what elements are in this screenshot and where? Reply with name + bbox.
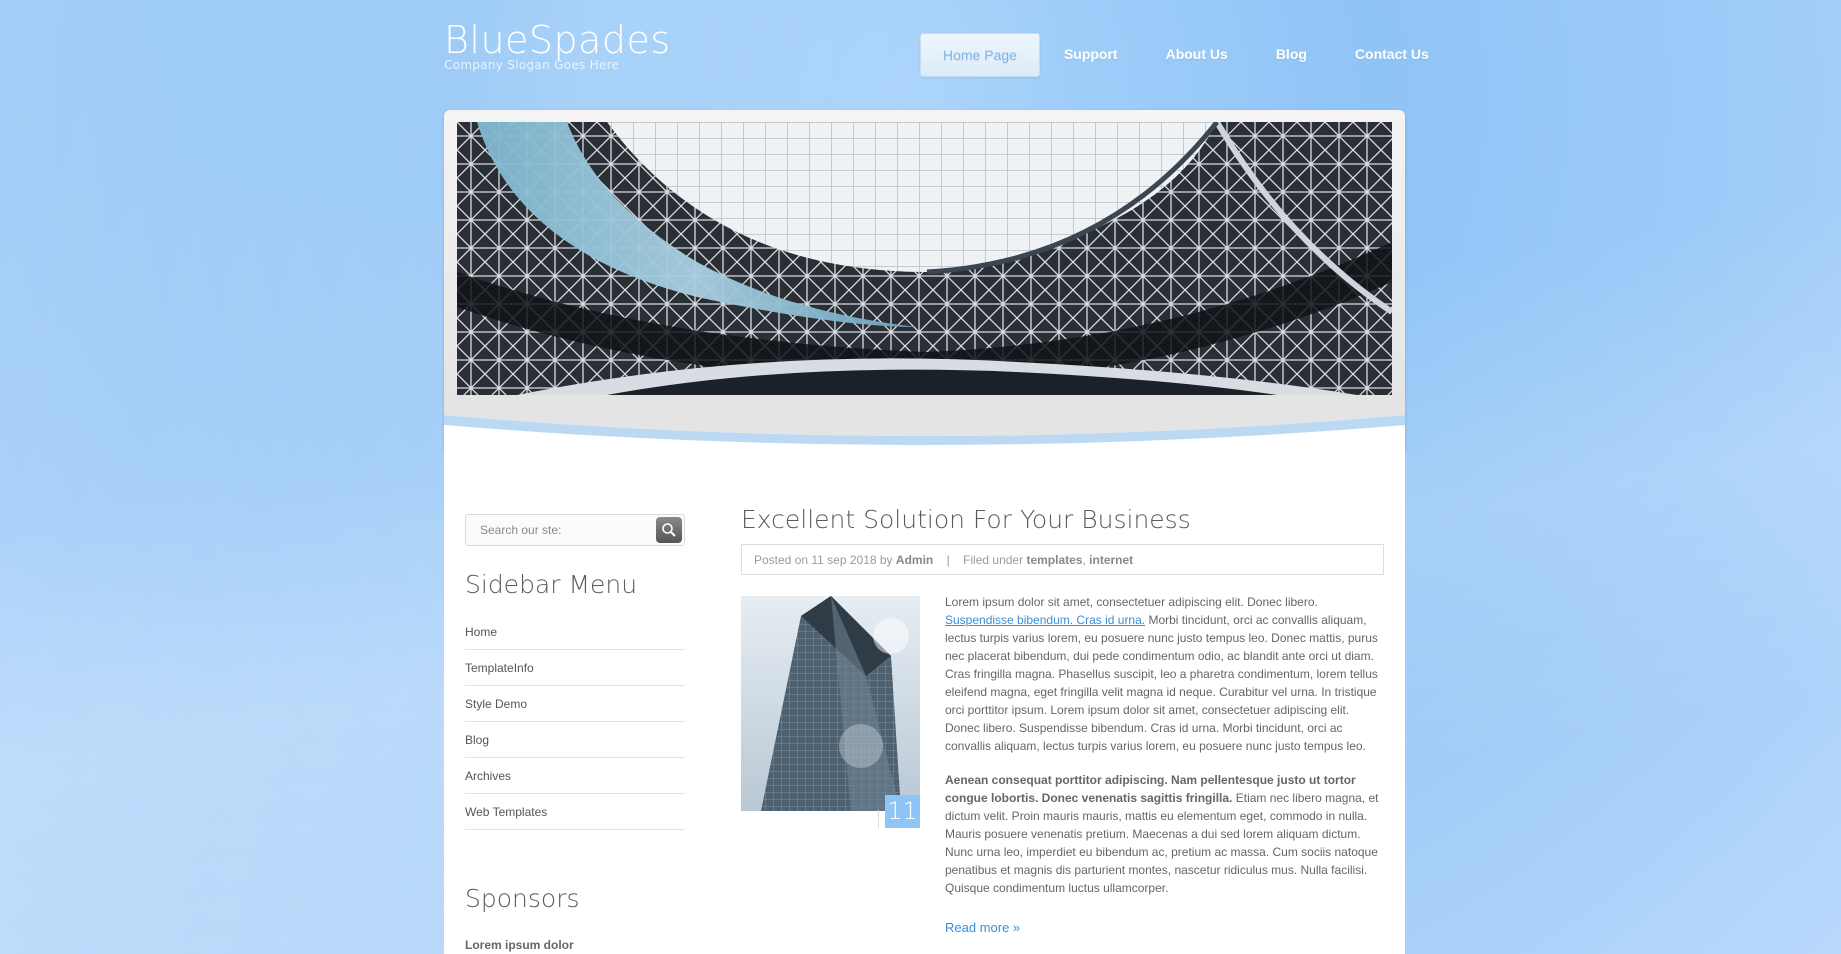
- sidebar-item-archives[interactable]: Archives: [465, 759, 685, 794]
- meta-filed-under: Filed under: [963, 553, 1024, 567]
- search-icon: [662, 523, 676, 537]
- meta-tag-templates[interactable]: templates: [1026, 553, 1082, 567]
- slider-image[interactable]: [457, 122, 1392, 395]
- article-title[interactable]: Excellent Solution For Your Business: [741, 505, 1191, 534]
- nav-blog[interactable]: Blog: [1252, 33, 1331, 75]
- p1-start: Lorem ipsum dolor sit amet, consectetuer…: [945, 595, 1318, 609]
- nav-about-us[interactable]: About Us: [1142, 33, 1252, 75]
- main-nav: Home Page Support About Us Blog Contact …: [920, 33, 1453, 77]
- sidebar-item-style-demo[interactable]: Style Demo: [465, 687, 685, 722]
- meta-separator: |: [946, 553, 950, 567]
- p1-rest: Morbi tincidunt, orci ac convallis aliqu…: [945, 613, 1378, 753]
- site-title[interactable]: BlueSpades: [444, 18, 671, 62]
- nav-home-page[interactable]: Home Page: [920, 33, 1040, 77]
- date-badge-tick: [878, 810, 879, 828]
- slider-curve: [444, 395, 1405, 455]
- architecture-dome-image: [457, 122, 1392, 395]
- sidebar-item-web-templates[interactable]: Web Templates: [465, 795, 685, 830]
- sidebar-item-templateinfo[interactable]: TemplateInfo: [465, 651, 685, 686]
- meta-tag-internet[interactable]: internet: [1089, 553, 1133, 567]
- sponsors-heading: Sponsors: [465, 884, 580, 913]
- nav-contact-us[interactable]: Contact Us: [1331, 33, 1453, 75]
- article-paragraph-1: Lorem ipsum dolor sit amet, consectetuer…: [945, 593, 1381, 755]
- date-badge: 11: [885, 795, 920, 828]
- read-more-link[interactable]: Read more »: [945, 920, 1020, 935]
- meta-author[interactable]: Admin: [896, 553, 933, 567]
- sidebar-item-blog[interactable]: Blog: [465, 723, 685, 758]
- search-button[interactable]: [656, 517, 682, 543]
- article-meta: Posted on 11 sep 2018 by Admin | Filed u…: [741, 544, 1384, 575]
- sponsor-title: Lorem ipsum dolor: [465, 938, 574, 952]
- article-paragraph-2: Aenean consequat porttitor adipiscing. N…: [945, 771, 1381, 897]
- sidebar-menu: Home TemplateInfo Style Demo Blog Archiv…: [465, 615, 685, 831]
- nav-support[interactable]: Support: [1040, 33, 1142, 75]
- p1-link[interactable]: Suspendisse bibendum. Cras id urna.: [945, 613, 1145, 627]
- meta-tag-separator: ,: [1082, 553, 1086, 567]
- search-box: [465, 514, 685, 546]
- article-thumbnail[interactable]: [741, 596, 920, 811]
- meta-posted-on: Posted on 11 sep 2018 by: [754, 553, 893, 567]
- site-logo[interactable]: BlueSpades Company Slogan Goes Here: [444, 18, 671, 72]
- search-input[interactable]: [466, 515, 662, 545]
- sidebar-menu-heading: Sidebar Menu: [465, 570, 638, 599]
- sidebar-item-home[interactable]: Home: [465, 615, 685, 650]
- skyscraper-image: [741, 596, 920, 811]
- p2-rest: Etiam nec libero magna, et dictum velit.…: [945, 791, 1379, 895]
